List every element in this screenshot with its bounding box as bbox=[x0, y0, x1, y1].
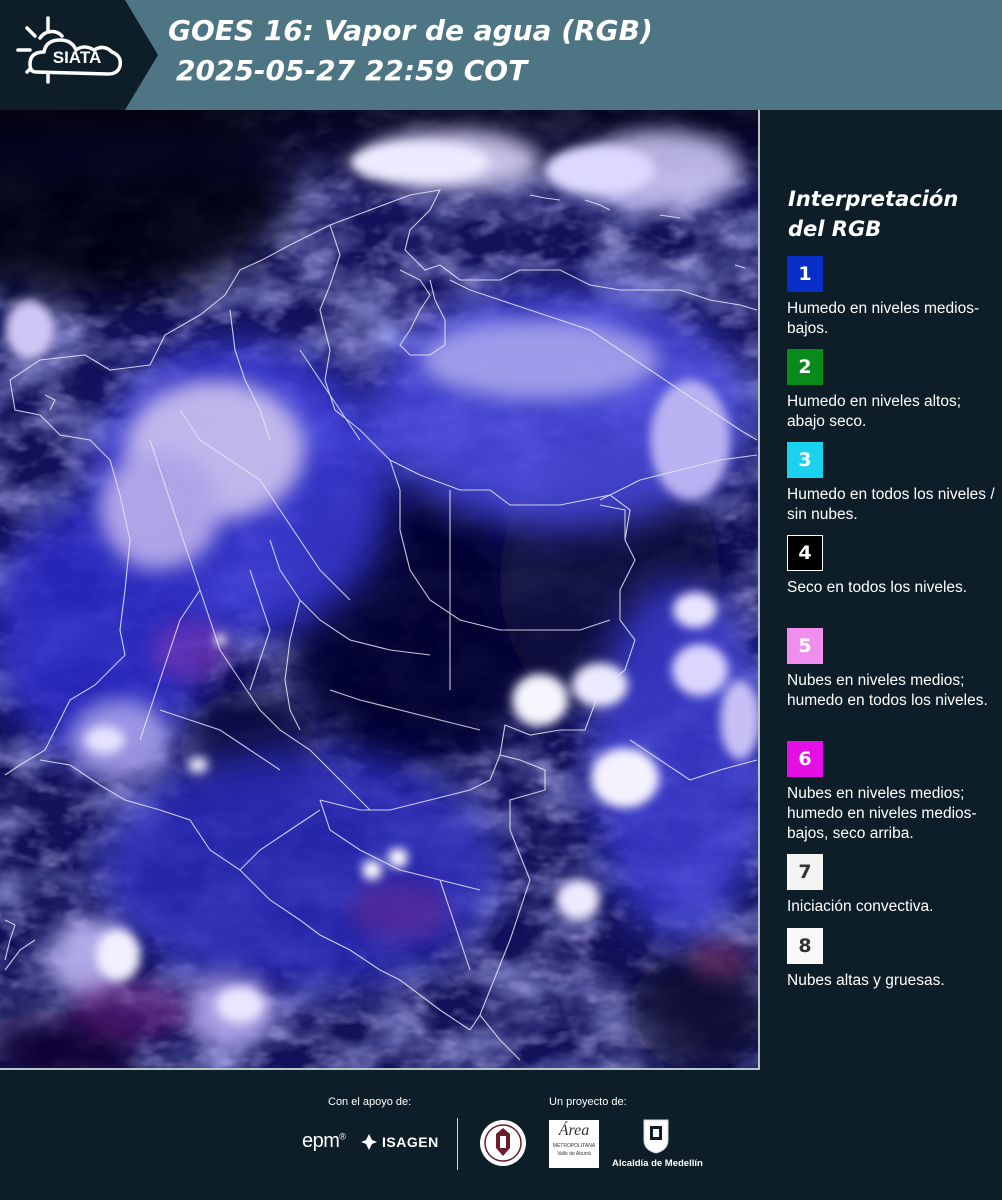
logo-text: SIATA bbox=[53, 48, 101, 67]
legend-item: 8 Nubes altas y gruesas. bbox=[787, 928, 997, 991]
legend-item-label: Nubes en niveles medios; humedo en nivel… bbox=[787, 785, 977, 842]
page-title: GOES 16: Vapor de agua (RGB) bbox=[168, 14, 653, 47]
page-timestamp: 2025-05-27 22:59 COT bbox=[176, 54, 528, 87]
legend-item-label: Nubes altas y gruesas. bbox=[787, 972, 945, 989]
footer: Con el apoyo de: Un proyecto de: epm® IS… bbox=[0, 1070, 1002, 1200]
epm-logo: epm® bbox=[302, 1130, 346, 1152]
legend-title: Interpretación del RGB bbox=[788, 187, 959, 241]
support-label: Con el apoyo de: bbox=[328, 1096, 412, 1108]
project-label: Un proyecto de: bbox=[549, 1096, 627, 1108]
alcaldia-label: Alcaldía de Medellín bbox=[612, 1158, 703, 1169]
legend-swatch: 5 bbox=[787, 628, 823, 664]
isagen-logo: ISAGEN bbox=[360, 1133, 439, 1151]
legend-swatch: 3 bbox=[787, 442, 823, 478]
area-metropolitana-logo: Área METROPOLITANA Valle de Aburrá bbox=[549, 1120, 599, 1168]
legend-item-label: Humedo en todos los niveles / sin nubes. bbox=[787, 486, 995, 523]
legend-swatch: 4 bbox=[787, 535, 823, 571]
legend-swatch: 7 bbox=[787, 854, 823, 890]
alcaldia-shield-icon bbox=[643, 1119, 669, 1154]
legend-item: 6 Nubes en niveles medios; humedo en nive… bbox=[787, 741, 997, 844]
legend-swatch: 8 bbox=[787, 928, 823, 964]
legend-swatch: 1 bbox=[787, 256, 823, 292]
legend-item: 1 Humedo en niveles medios-bajos. bbox=[787, 256, 997, 339]
legend-item-label: Iniciación convectiva. bbox=[787, 898, 934, 915]
header-bar: SIATA GOES 16: Vapor de agua (RGB) 2025-… bbox=[0, 0, 1002, 110]
legend-swatch: 2 bbox=[787, 349, 823, 385]
seal-logo bbox=[480, 1120, 526, 1166]
legend-item-label: Seco en todos los niveles. bbox=[787, 579, 968, 596]
legend-item: 5 Nubes en niveles medios; humedo en todo… bbox=[787, 628, 997, 711]
legend-item-label: Humedo en niveles medios-bajos. bbox=[787, 300, 980, 337]
legend-item-label: Nubes en niveles medios; humedo en todos… bbox=[787, 672, 988, 709]
legend-swatch: 6 bbox=[787, 741, 823, 777]
siata-logo: SIATA bbox=[0, 0, 158, 110]
legend-item: 4 Seco en todos los niveles. bbox=[787, 535, 997, 598]
legend-item-label: Humedo en niveles altos; abajo seco. bbox=[787, 393, 962, 430]
rgb-legend: Interpretación del RGB 1 Humedo en nivele… bbox=[760, 110, 1002, 1070]
footer-divider bbox=[457, 1118, 458, 1170]
isagen-icon bbox=[361, 1134, 377, 1150]
legend-item: 7 Iniciación convectiva. bbox=[787, 854, 997, 917]
legend-item: 3 Humedo en todos los niveles / sin nubes… bbox=[787, 442, 997, 525]
satellite-map[interactable] bbox=[0, 110, 760, 1070]
legend-item: 2 Humedo en niveles altos; abajo seco. bbox=[787, 349, 997, 432]
